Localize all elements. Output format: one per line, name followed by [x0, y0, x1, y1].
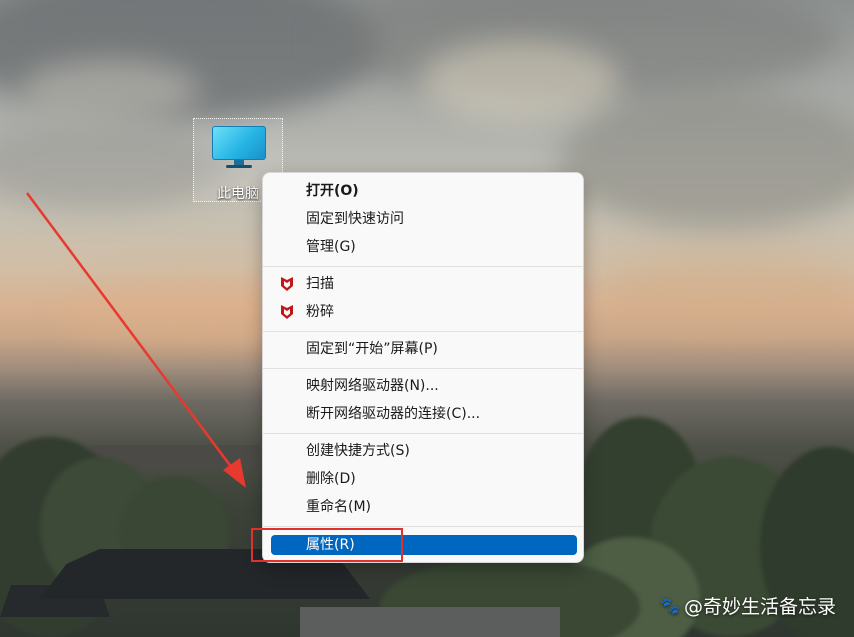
paw-icon: 🐾	[660, 596, 680, 615]
annotation-highlight-box	[251, 528, 403, 562]
annotation-arrow	[25, 192, 246, 488]
watermark: 🐾 @奇妙生活备忘录	[660, 592, 836, 619]
watermark-text: @奇妙生活备忘录	[683, 596, 836, 618]
